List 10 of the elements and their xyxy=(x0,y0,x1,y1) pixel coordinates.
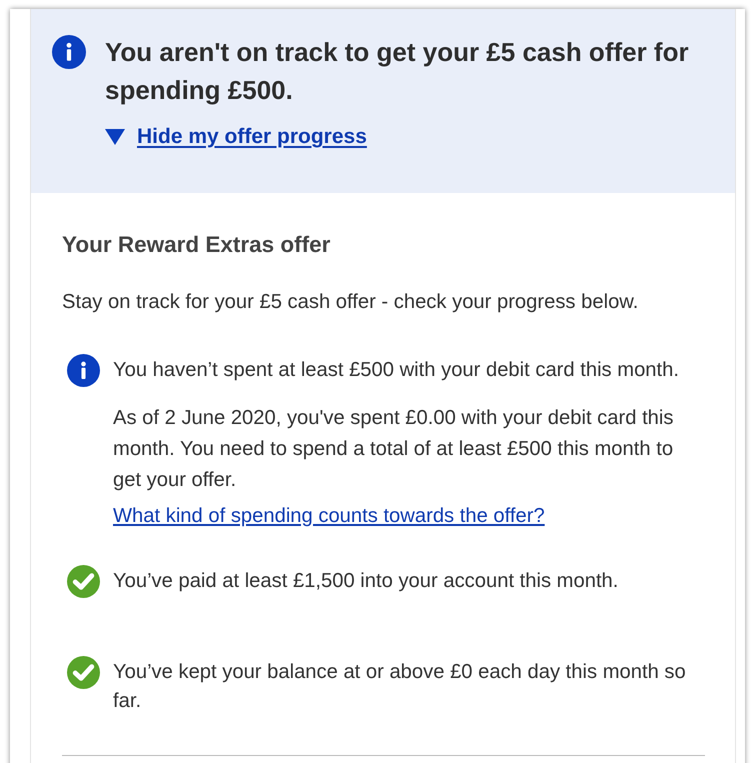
help-link[interactable]: What kind of spending counts towards the offer? xyxy=(113,502,545,530)
condition-details: As of 2 June 2020, you've spent £0.00 with your debit card this month. You need to spend a total of at least £500 this month to get your offer. xyxy=(113,406,674,493)
condition-text: You’ve paid at least £1,500 into your account this month. xyxy=(113,569,618,594)
info-icon xyxy=(52,35,86,69)
intro-text: Stay on track for your £5 cash offer - check your progress below. xyxy=(62,290,640,315)
toggle-link[interactable]: Hide my offer progress xyxy=(105,125,367,149)
condition-text: You’ve kept your balance at or above £0 each day this month so far. xyxy=(113,660,687,714)
condition-text: You haven’t spent at least £500 with your debit card this month. xyxy=(113,358,680,383)
section-heading: Your Reward Extras offer xyxy=(62,232,332,258)
alert-heading: You aren't on track to get your £5 cash offer for spending £500. xyxy=(105,36,690,107)
